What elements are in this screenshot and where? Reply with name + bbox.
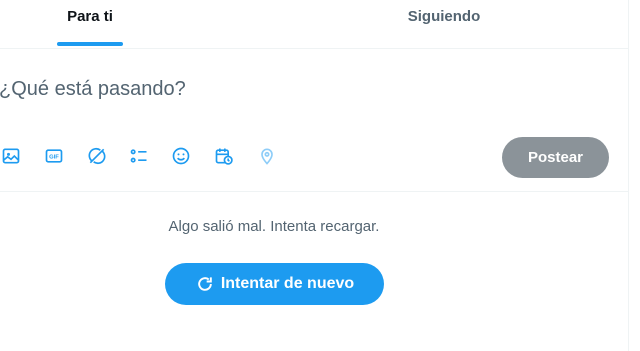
tab-siguiendo-label: Siguiendo — [407, 8, 481, 25]
error-message: Algo salió mal. Intenta recargar. — [168, 218, 380, 235]
gif-icon[interactable]: GIF — [43, 145, 65, 167]
location-icon[interactable] — [256, 145, 278, 167]
refresh-icon — [198, 277, 212, 291]
tab-para-ti[interactable]: Para ti — [0, 0, 180, 48]
image-icon[interactable] — [0, 145, 22, 167]
retry-button[interactable]: Intentar de nuevo — [165, 263, 384, 305]
schedule-icon[interactable] — [213, 145, 235, 167]
divider — [0, 191, 628, 192]
grok-icon[interactable] — [86, 145, 108, 167]
svg-text:GIF: GIF — [49, 155, 59, 161]
column-divider — [628, 0, 629, 351]
tab-para-ti-label: Para ti — [67, 8, 113, 25]
timeline-tabs: Para ti Siguiendo — [0, 0, 628, 49]
compose-input[interactable]: ¿Qué está pasando? — [0, 78, 186, 101]
active-tab-indicator — [57, 42, 123, 46]
tab-siguiendo[interactable]: Siguiendo — [314, 0, 574, 48]
emoji-icon[interactable] — [170, 145, 192, 167]
poll-icon[interactable] — [128, 145, 150, 167]
retry-button-label: Intentar de nuevo — [220, 275, 355, 292]
post-button[interactable]: Postear — [502, 137, 609, 178]
